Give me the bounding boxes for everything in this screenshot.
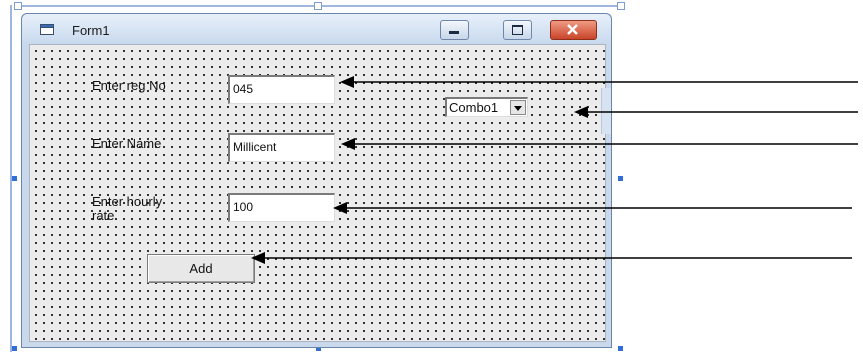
hourly-rate-textbox[interactable]: 100 [228,193,335,222]
resize-handle-top-right[interactable] [617,2,625,10]
chevron-down-icon [514,106,522,111]
title-bar[interactable]: Form1 [22,14,611,44]
form-window: Form1 Enter reg No 045 Combo1 Enter Name… [21,13,612,348]
resize-handle-middle-right[interactable] [618,176,623,181]
maximize-icon [512,25,523,35]
window-title: Form1 [72,23,110,38]
resize-handle-bottom-left[interactable] [12,346,17,351]
form-icon [40,24,54,35]
form-canvas[interactable]: Enter reg No 045 Combo1 Enter Name Milli… [29,44,606,342]
close-icon [567,24,578,35]
arrow-to-combo [574,106,858,118]
reg-no-textbox[interactable]: 045 [228,75,335,104]
resize-handle-middle-left[interactable] [12,176,17,181]
combo-dropdown-button[interactable] [510,100,526,115]
window-scrollbar[interactable] [601,88,611,134]
reg-no-label: Enter reg No [92,78,166,93]
maximize-button[interactable] [503,20,532,40]
resize-handle-bottom-right[interactable] [618,346,623,351]
close-button[interactable] [550,20,597,40]
name-label: Enter Name [92,136,162,151]
resize-handle-top-middle[interactable] [314,2,322,10]
combo-value: Combo1 [449,100,499,115]
resize-handle-top-left[interactable] [14,2,22,10]
minimize-icon [449,31,459,34]
minimize-button[interactable] [440,20,469,40]
hourly-rate-label-line1: Enter hourly [92,194,163,209]
name-textbox[interactable]: Millicent [228,133,335,162]
add-button[interactable]: Add [147,254,255,283]
combo-box[interactable]: Combo1 [445,97,528,117]
hourly-rate-label-line2: rate [92,208,115,223]
